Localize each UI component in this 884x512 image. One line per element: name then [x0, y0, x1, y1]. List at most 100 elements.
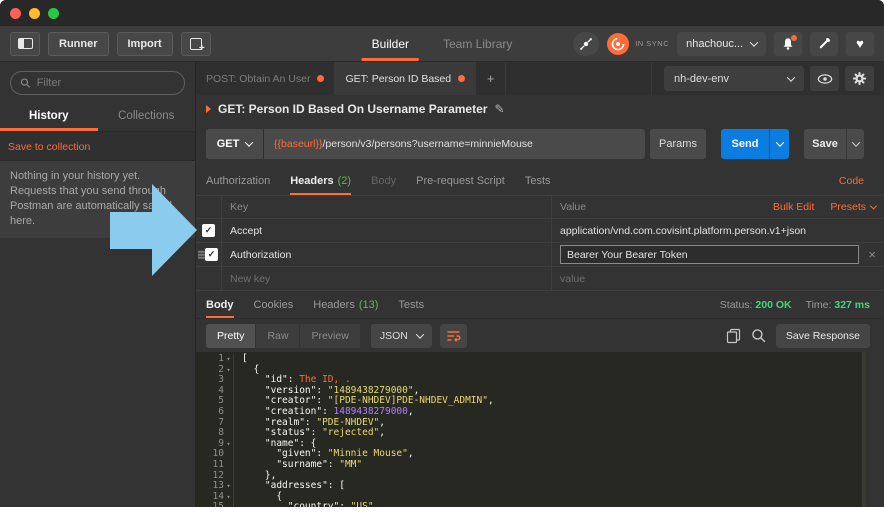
save-options-button[interactable] [846, 129, 864, 159]
maximize-window-button[interactable] [48, 8, 59, 19]
format-select[interactable]: JSON [371, 324, 432, 348]
status-value: 200 OK [755, 299, 791, 311]
interceptor-button[interactable] [573, 32, 599, 56]
code-token: "creation": [242, 406, 334, 417]
fold-spacer [224, 375, 233, 386]
tab-collections[interactable]: Collections [98, 101, 196, 131]
fold-arrow-icon[interactable]: ▾ [224, 439, 233, 450]
tab-authorization[interactable]: Authorization [206, 167, 270, 195]
new-value-input[interactable] [560, 273, 876, 285]
response-code[interactable]: 1▾[2▾ {3 "id": The ID, .4 "version": "14… [196, 352, 866, 507]
fold-arrow-icon[interactable]: ▾ [224, 481, 233, 492]
environment-settings-button[interactable] [845, 66, 874, 91]
close-window-button[interactable] [10, 8, 21, 19]
tab-body[interactable]: Body [371, 167, 396, 195]
new-request-tab-button[interactable]: + [476, 62, 506, 95]
code-token: "country": [242, 501, 351, 507]
request-title-row: GET: Person ID Based On Username Paramet… [196, 95, 884, 123]
value-column-label: Value [560, 201, 773, 213]
user-menu[interactable]: nhachouc... [677, 32, 766, 56]
send-options-button[interactable] [769, 129, 789, 159]
chevron-down-icon [245, 138, 253, 146]
new-window-button[interactable]: + [181, 32, 211, 56]
code-token: , [379, 427, 385, 438]
tab-prerequest-script[interactable]: Pre-request Script [416, 167, 505, 195]
environment-preview-button[interactable] [810, 66, 839, 91]
request-title: GET: Person ID Based On Username Paramet… [218, 102, 487, 116]
code-token: "[PDE-NHDEV]PDE-NHDEV_ADMIN" [328, 395, 488, 406]
authorization-checkbox[interactable]: ✓ [205, 248, 218, 261]
url-input[interactable]: {{baseurl}}/person/v3/persons?username=m… [264, 129, 645, 159]
code-link[interactable]: Code [839, 175, 864, 187]
code-token: , [488, 395, 494, 406]
word-wrap-icon [446, 329, 461, 343]
response-tab-headers[interactable]: Headers (13) [313, 291, 378, 318]
response-tab-body[interactable]: Body [206, 291, 234, 318]
bulk-edit-link[interactable]: Bulk Edit [773, 201, 814, 213]
settings-wrench-button[interactable] [810, 32, 838, 56]
user-name: nhachouc... [686, 38, 743, 50]
edit-pencil-icon[interactable]: ✎ [494, 102, 504, 116]
drag-handle-icon[interactable] [198, 249, 205, 260]
request-tab-1[interactable]: POST: Obtain An User [196, 62, 335, 95]
key-column-header: Key [222, 196, 552, 218]
tab-tests[interactable]: Tests [525, 167, 551, 195]
mode-raw-button[interactable]: Raw [256, 324, 300, 348]
annotation-arrow [110, 212, 153, 249]
toggle-sidebar-button[interactable] [10, 32, 40, 56]
tab-history[interactable]: History [0, 101, 98, 131]
gutter: 7 [196, 418, 234, 429]
accept-key[interactable]: Accept [222, 219, 552, 242]
chevron-down-icon [416, 330, 424, 338]
authorization-key[interactable]: Authorization [222, 243, 552, 266]
authorization-value-input[interactable] [560, 245, 859, 264]
new-key-input[interactable] [230, 273, 551, 285]
response-body-container: 1▾[2▾ {3 "id": The ID, .4 "version": "14… [196, 352, 884, 507]
remove-header-icon[interactable]: × [868, 247, 876, 262]
line-number: 11 [213, 460, 224, 471]
send-button[interactable]: Send [721, 129, 769, 159]
minimize-window-button[interactable] [29, 8, 40, 19]
copy-response-button[interactable] [726, 328, 741, 344]
mode-preview-button[interactable]: Preview [300, 324, 360, 348]
method-select[interactable]: GET [206, 129, 264, 159]
presets-dropdown[interactable]: Presets [830, 201, 876, 213]
runner-button[interactable]: Runner [48, 32, 109, 56]
request-tab-bar: POST: Obtain An User GET: Person ID Base… [196, 62, 884, 95]
tab-team-library[interactable]: Team Library [439, 26, 516, 61]
params-button[interactable]: Params [650, 129, 706, 159]
request-tab-2[interactable]: GET: Person ID Based [335, 62, 476, 95]
topbar: Runner Import + Builder Team Library [0, 26, 884, 62]
main-panel: POST: Obtain An User GET: Person ID Base… [196, 62, 884, 507]
code-token: "1489438279000" [328, 385, 414, 396]
collapse-arrow-icon[interactable] [206, 105, 211, 113]
fold-arrow-icon[interactable]: ▾ [224, 365, 233, 376]
sidebar: History Collections Save to collection N… [0, 62, 196, 507]
accept-value[interactable]: application/vnd.com.covisint.platform.pe… [552, 219, 884, 242]
wrench-icon [817, 37, 831, 51]
wrap-text-button[interactable] [440, 324, 467, 348]
environment-select[interactable]: nh-dev-env [664, 66, 804, 91]
fold-arrow-icon[interactable]: ▾ [224, 492, 233, 503]
fold-arrow-icon[interactable]: ▾ [224, 354, 233, 365]
response-tab-tests[interactable]: Tests [398, 291, 424, 318]
save-button[interactable]: Save [804, 129, 846, 159]
tab-builder[interactable]: Builder [368, 26, 413, 61]
in-sync-icon[interactable] [607, 33, 629, 55]
status-label: Status: [720, 299, 753, 311]
favorites-button[interactable]: ♥ [846, 32, 874, 56]
format-label: JSON [380, 330, 408, 342]
tab-headers[interactable]: Headers (2) [290, 167, 351, 195]
save-button-group: Save [804, 129, 864, 159]
save-to-collection-link[interactable]: Save to collection [8, 141, 90, 153]
gutter: 8 [196, 428, 234, 439]
response-tab-cookies[interactable]: Cookies [254, 291, 294, 318]
import-button[interactable]: Import [117, 32, 173, 56]
filter-input[interactable] [37, 77, 175, 89]
url-bar: GET {{baseurl}}/person/v3/persons?userna… [196, 123, 884, 167]
accept-checkbox[interactable]: ✓ [202, 224, 215, 237]
save-response-button[interactable]: Save Response [776, 324, 870, 348]
mode-pretty-button[interactable]: Pretty [206, 324, 256, 348]
search-response-button[interactable] [751, 328, 766, 343]
notifications-button[interactable] [774, 32, 802, 56]
